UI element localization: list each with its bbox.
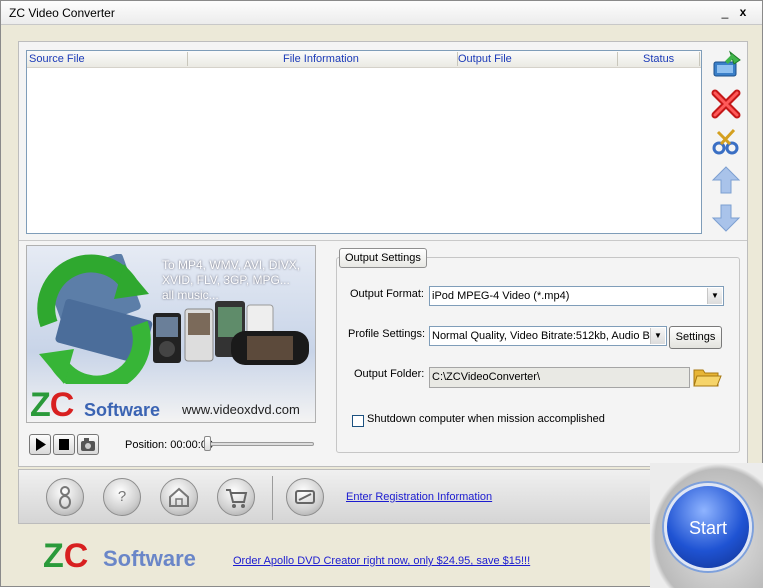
bottom-toolbar: ? Enter Registration Information bbox=[18, 469, 658, 524]
stop-icon bbox=[59, 439, 69, 450]
output-format-label: Output Format: bbox=[350, 288, 424, 300]
window-title: ZC Video Converter bbox=[9, 6, 115, 20]
profile-settings-select[interactable]: Normal Quality, Video Bitrate:512kb, Aud… bbox=[429, 326, 667, 346]
column-file-information[interactable]: File Information bbox=[283, 53, 359, 65]
convert-arrows-icon bbox=[37, 254, 153, 384]
cart-icon bbox=[226, 489, 248, 508]
file-list-header: Source File File Information Output File… bbox=[27, 51, 701, 68]
user-button[interactable] bbox=[46, 478, 84, 516]
output-format-value: iPod MPEG-4 Video (*.mp4) bbox=[432, 290, 570, 302]
person-icon bbox=[59, 486, 71, 509]
app-window: ZC Video Converter _ x Source File File … bbox=[0, 0, 763, 588]
help-button[interactable]: ? bbox=[103, 478, 141, 516]
chevron-down-icon[interactable]: ▼ bbox=[650, 328, 665, 344]
column-separator bbox=[699, 52, 700, 66]
footer-logo: ZC bbox=[43, 537, 89, 575]
minimize-button[interactable]: _ bbox=[717, 4, 733, 20]
stop-button[interactable] bbox=[53, 434, 75, 455]
camera-icon bbox=[81, 438, 95, 451]
shutdown-label: Shutdown computer when mission accomplis… bbox=[367, 413, 605, 425]
profile-settings-label: Profile Settings: bbox=[348, 328, 426, 340]
chevron-down-icon[interactable]: ▼ bbox=[707, 288, 722, 304]
banner-url: www.videoxdvd.com bbox=[182, 402, 300, 417]
home-button[interactable] bbox=[160, 478, 198, 516]
column-separator bbox=[617, 52, 618, 66]
column-status[interactable]: Status bbox=[643, 53, 674, 65]
home-icon bbox=[169, 487, 189, 507]
column-separator bbox=[187, 52, 188, 66]
remove-icon[interactable] bbox=[710, 88, 742, 120]
close-button[interactable]: x bbox=[735, 4, 751, 20]
add-file-icon[interactable] bbox=[710, 50, 742, 82]
banner-line: XVID, FLV, 3GP, MPG... bbox=[162, 273, 290, 287]
output-format-select[interactable]: iPod MPEG-4 Video (*.mp4) ▼ bbox=[429, 286, 724, 306]
output-folder-field[interactable]: C:\ZCVideoConverter\ bbox=[429, 367, 690, 388]
promo-banner: To MP4, WMV, AVI, DIVX, XVID, FLV, 3GP, … bbox=[26, 245, 316, 423]
play-button[interactable] bbox=[29, 434, 51, 455]
output-folder-label: Output Folder: bbox=[354, 368, 425, 380]
settings-button[interactable]: Settings bbox=[669, 326, 722, 349]
question-icon: ? bbox=[117, 488, 127, 505]
file-list[interactable]: Source File File Information Output File… bbox=[26, 50, 702, 234]
main-panel: Source File File Information Output File… bbox=[18, 41, 748, 467]
panel-divider bbox=[19, 240, 747, 241]
registration-link[interactable]: Enter Registration Information bbox=[346, 491, 492, 503]
output-settings-tab[interactable]: Output Settings bbox=[339, 248, 427, 268]
banner-text: To MP4, WMV, AVI, DIVX, XVID, FLV, 3GP, … bbox=[162, 258, 300, 303]
banner-logo: ZC bbox=[30, 386, 74, 423]
position-slider-thumb[interactable] bbox=[204, 436, 211, 451]
start-button[interactable]: Start bbox=[664, 483, 752, 571]
buy-button[interactable] bbox=[217, 478, 255, 516]
register-icon bbox=[295, 490, 315, 504]
position-label: Position: 00:00:00 bbox=[125, 439, 214, 451]
title-bar: ZC Video Converter _ x bbox=[1, 1, 762, 25]
snapshot-button[interactable] bbox=[77, 434, 99, 455]
position-slider[interactable] bbox=[208, 442, 314, 446]
banner-line: all music... bbox=[162, 288, 219, 302]
devices-image bbox=[153, 301, 309, 365]
register-button[interactable] bbox=[286, 478, 324, 516]
play-icon bbox=[36, 438, 46, 451]
clip-icon[interactable] bbox=[710, 126, 742, 158]
column-source-file[interactable]: Source File bbox=[29, 53, 85, 65]
footer-logo-software: Software bbox=[103, 546, 196, 571]
column-output-file[interactable]: Output File bbox=[458, 53, 512, 65]
banner-line: To MP4, WMV, AVI, DIVX, bbox=[162, 258, 301, 272]
order-link[interactable]: Order Apollo DVD Creator right now, only… bbox=[233, 555, 530, 567]
banner-logo-software: Software bbox=[84, 400, 161, 420]
folder-icon[interactable] bbox=[692, 365, 722, 389]
arrow-up-icon[interactable] bbox=[710, 164, 742, 196]
toolbar-separator bbox=[272, 476, 273, 520]
shutdown-checkbox[interactable] bbox=[352, 415, 364, 427]
arrow-down-icon[interactable] bbox=[710, 202, 742, 234]
profile-settings-value: Normal Quality, Video Bitrate:512kb, Aud… bbox=[432, 330, 650, 342]
